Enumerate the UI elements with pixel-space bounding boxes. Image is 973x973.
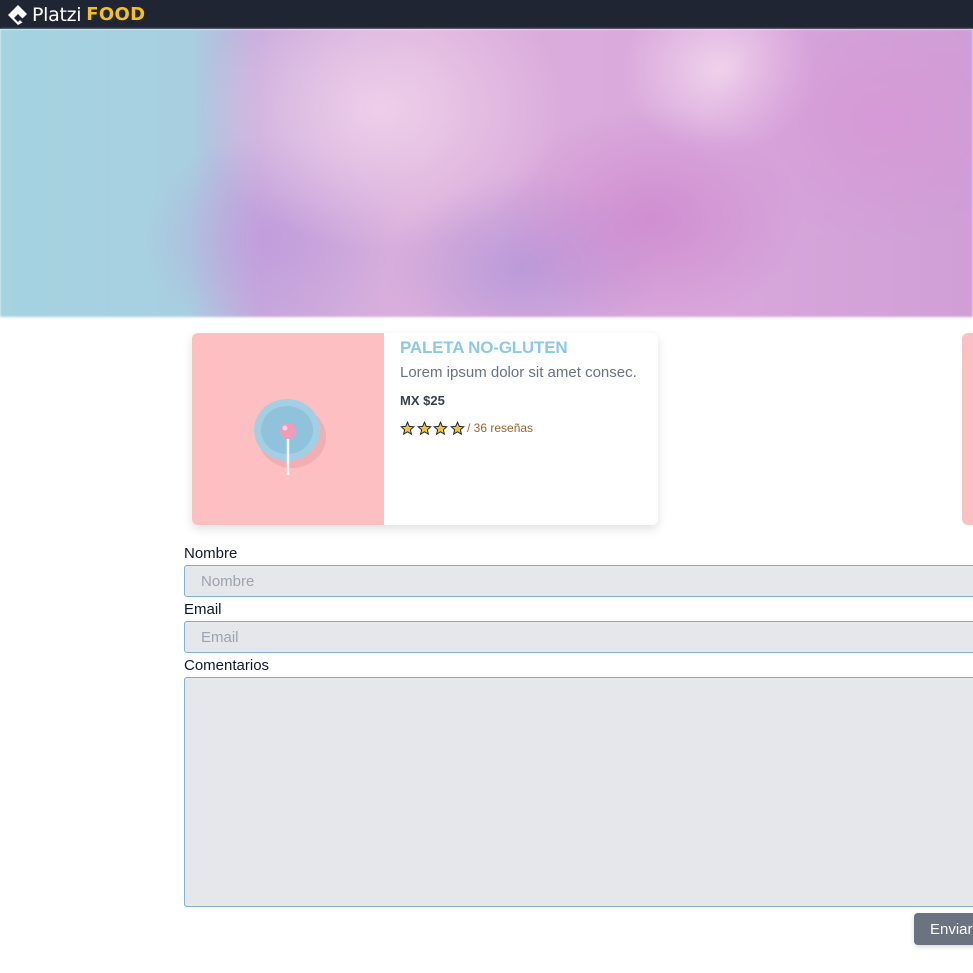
lollipop-illustration — [254, 399, 326, 475]
product-rating: / 36 reseñas — [400, 420, 533, 436]
star-icon — [400, 420, 415, 435]
product-title[interactable]: PALETA NO-GLUTEN — [400, 338, 568, 358]
name-input[interactable] — [184, 565, 973, 597]
brand-food: FOOD — [86, 4, 146, 25]
brand-logo[interactable]: Platzi FOOD — [7, 0, 145, 29]
comments-textarea[interactable] — [184, 677, 973, 907]
star-icon — [416, 420, 432, 435]
star-icon — [449, 420, 465, 435]
review-count[interactable]: / 36 reseñas — [467, 421, 533, 435]
product-price: MX $25 — [400, 393, 445, 408]
hero-banner-image — [0, 29, 973, 317]
email-label: Email — [184, 601, 222, 618]
product-description: Lorem ipsum dolor sit amet consec. — [400, 364, 637, 381]
product-card[interactable]: PALETA NO-GLUTEN Lorem ipsum dolor sit a… — [192, 333, 658, 525]
name-label: Nombre — [184, 545, 238, 562]
platzi-logo-icon — [8, 4, 27, 25]
brand-name: Platzi — [32, 3, 82, 26]
comments-label: Comentarios — [184, 657, 270, 674]
submit-button[interactable]: Enviar — [914, 913, 973, 945]
top-navbar: Platzi FOOD — [0, 0, 973, 29]
email-input[interactable] — [184, 621, 973, 653]
product-image — [192, 333, 384, 525]
star-icon — [433, 420, 448, 435]
next-product-card[interactable] — [962, 333, 973, 525]
